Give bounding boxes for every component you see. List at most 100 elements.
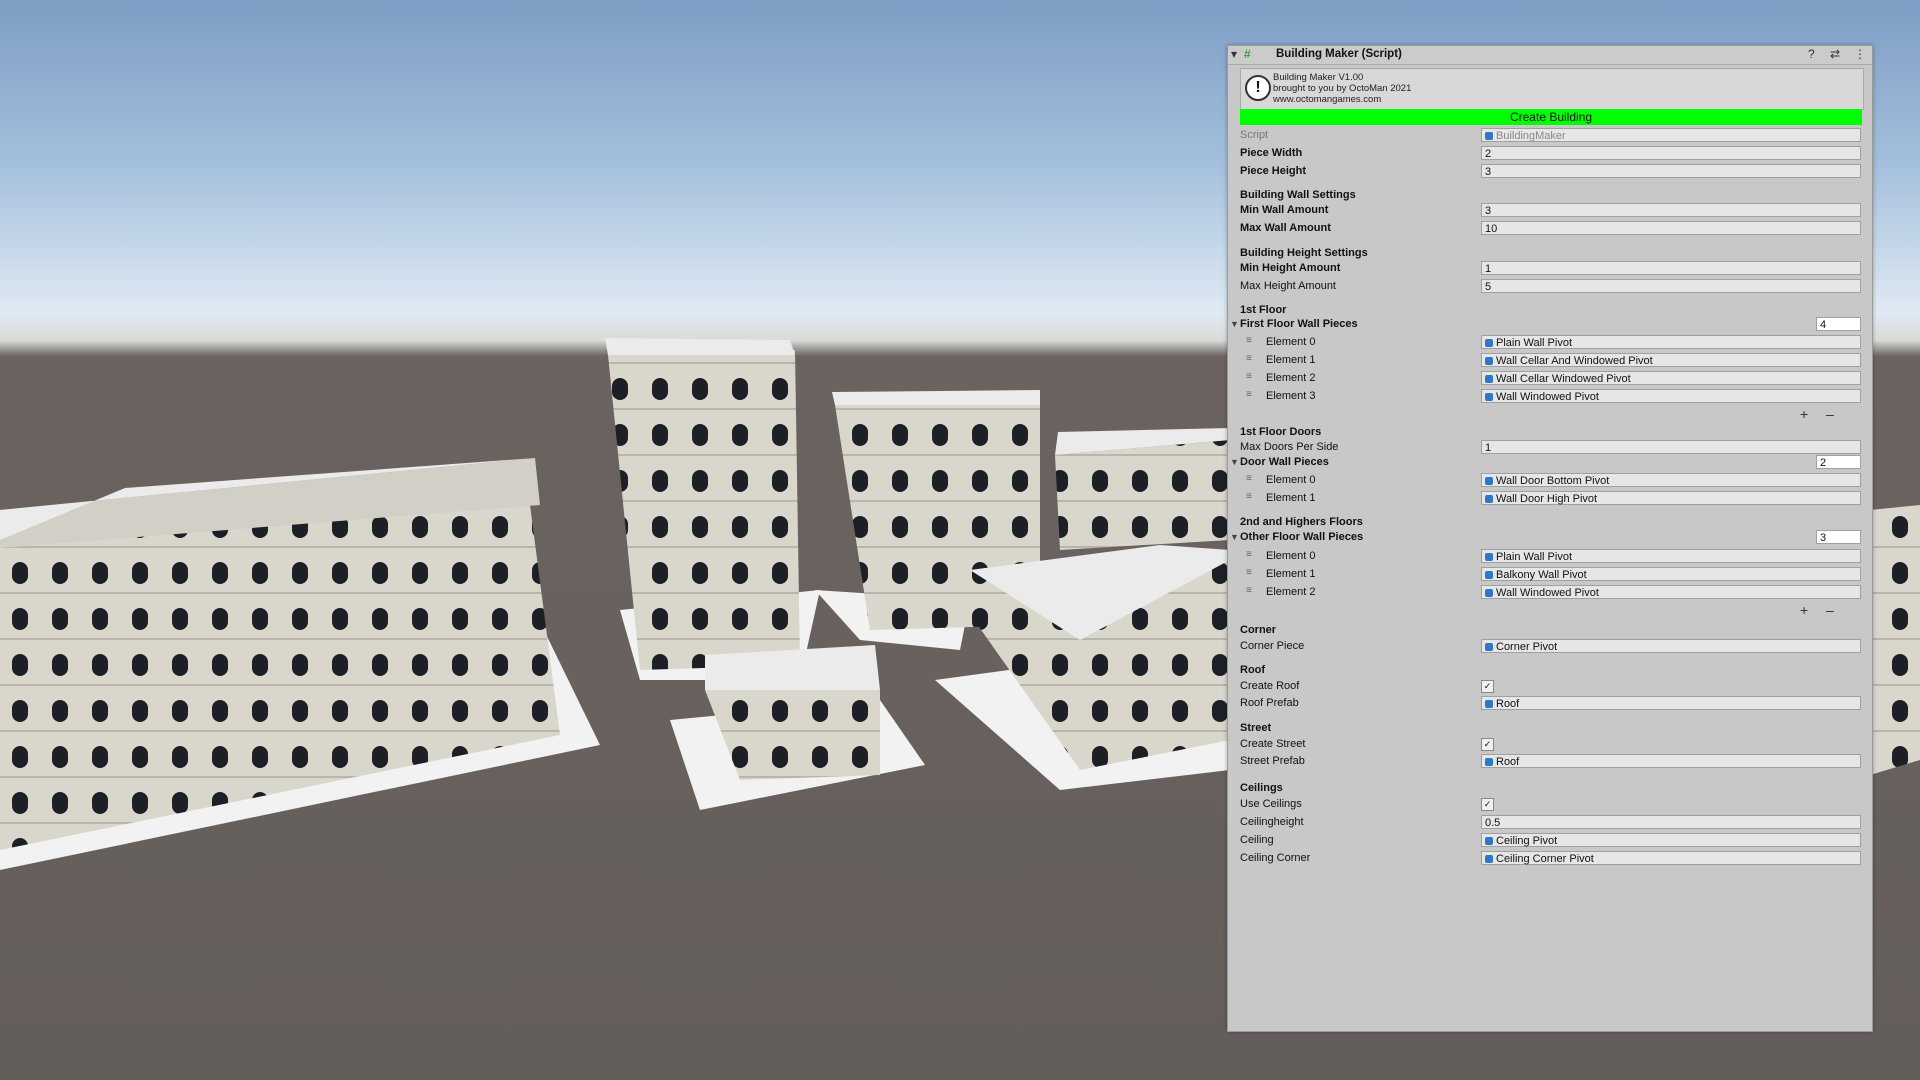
building-tall (605, 338, 820, 680)
script-field[interactable]: BuildingMaker (1481, 128, 1861, 142)
drag-handle-icon[interactable]: ≡ (1246, 389, 1252, 400)
info-line-2: brought to you by OctoMan 2021 (1273, 83, 1412, 94)
create-roof-label: Create Roof (1240, 680, 1300, 692)
create-building-button[interactable]: Create Building (1240, 109, 1862, 125)
script-icon: # (1244, 47, 1251, 61)
other-value-0[interactable]: Plain Wall Pivot (1481, 549, 1861, 563)
first-floor-header: 1st Floor (1240, 304, 1287, 316)
remove-element-button[interactable]: – (1826, 406, 1834, 422)
door-value-1[interactable]: Wall Door High Pivot (1481, 491, 1861, 505)
doors-header: 1st Floor Doors (1240, 426, 1322, 438)
first-floor-value-1[interactable]: Wall Cellar And Windowed Pivot (1481, 353, 1861, 367)
min-wall-label: Min Wall Amount (1240, 204, 1329, 216)
foldout-arrow-icon[interactable]: ▾ (1231, 47, 1237, 61)
height-settings-header: Building Height Settings (1240, 247, 1368, 259)
door-count-field[interactable]: 2 (1816, 455, 1861, 469)
create-street-label: Create Street (1240, 738, 1306, 750)
other-element-2: Element 2 (1266, 586, 1316, 598)
other-value-2[interactable]: Wall Windowed Pivot (1481, 585, 1861, 599)
other-element-1: Element 1 (1266, 568, 1316, 580)
drag-handle-icon[interactable]: ≡ (1246, 353, 1252, 364)
drag-handle-icon[interactable]: ≡ (1246, 473, 1252, 484)
building-right-back (1055, 428, 1230, 550)
drag-handle-icon[interactable]: ≡ (1246, 585, 1252, 596)
first-floor-count-field[interactable]: 4 (1816, 317, 1861, 331)
add-element-button[interactable]: + (1800, 406, 1808, 422)
create-roof-checkbox[interactable]: ✓ (1481, 680, 1494, 693)
first-floor-list-label[interactable]: First Floor Wall Pieces (1240, 318, 1358, 330)
first-floor-foldout-icon[interactable]: ▼ (1230, 319, 1239, 329)
warning-icon: ! (1245, 75, 1271, 101)
door-value-0[interactable]: Wall Door Bottom Pivot (1481, 473, 1861, 487)
ceiling-corner-label: Ceiling Corner (1240, 852, 1311, 864)
help-icon[interactable]: ? (1808, 47, 1815, 61)
piece-height-label: Piece Height (1240, 165, 1307, 177)
first-floor-element-2: Element 2 (1266, 372, 1316, 384)
first-floor-element-1: Element 1 (1266, 354, 1316, 366)
street-prefab-field[interactable]: Roof (1481, 754, 1861, 768)
max-height-label: Max Height Amount (1240, 280, 1336, 292)
door-list-foldout-icon[interactable]: ▼ (1230, 457, 1239, 467)
piece-width-label: Piece Width (1240, 147, 1303, 159)
min-wall-field[interactable]: 3 (1481, 203, 1861, 217)
first-floor-element-0: Element 0 (1266, 336, 1316, 348)
more-options-icon[interactable]: ⋮ (1854, 47, 1866, 61)
component-header[interactable]: ▾ # Building Maker (Script) ? ⇄ ⋮ (1228, 46, 1872, 65)
add-element-button[interactable]: + (1800, 602, 1808, 618)
piece-height-field[interactable]: 3 (1481, 164, 1861, 178)
max-wall-field[interactable]: 10 (1481, 221, 1861, 235)
roof-prefab-field[interactable]: Roof (1481, 696, 1861, 710)
preset-icon[interactable]: ⇄ (1830, 47, 1840, 61)
street-prefab-label: Street Prefab (1240, 755, 1305, 767)
min-height-label: Min Height Amount (1240, 262, 1341, 274)
use-ceilings-label: Use Ceilings (1240, 798, 1302, 810)
corner-piece-field[interactable]: Corner Pivot (1481, 639, 1861, 653)
script-label: Script (1240, 129, 1269, 141)
first-floor-value-3[interactable]: Wall Windowed Pivot (1481, 389, 1861, 403)
door-list-label[interactable]: Door Wall Pieces (1240, 456, 1329, 468)
drag-handle-icon[interactable]: ≡ (1246, 491, 1252, 502)
max-wall-label: Max Wall Amount (1240, 222, 1331, 234)
first-floor-value-2[interactable]: Wall Cellar Windowed Pivot (1481, 371, 1861, 385)
roof-prefab-label: Roof Prefab (1240, 697, 1299, 709)
other-count-field[interactable]: 3 (1816, 530, 1861, 544)
drag-handle-icon[interactable]: ≡ (1246, 335, 1252, 346)
info-box: ! Building Maker V1.00 brought to you by… (1240, 68, 1864, 110)
corner-piece-label: Corner Piece (1240, 640, 1305, 652)
ceiling-corner-field[interactable]: Ceiling Corner Pivot (1481, 851, 1861, 865)
first-floor-value-0[interactable]: Plain Wall Pivot (1481, 335, 1861, 349)
other-value-1[interactable]: Balkony Wall Pivot (1481, 567, 1861, 581)
drag-handle-icon[interactable]: ≡ (1246, 549, 1252, 560)
roof-header: Roof (1240, 664, 1266, 676)
ceiling-label: Ceiling (1240, 834, 1274, 846)
ceilings-header: Ceilings (1240, 782, 1283, 794)
min-height-field[interactable]: 1 (1481, 261, 1861, 275)
ceiling-field[interactable]: Ceiling Pivot (1481, 833, 1861, 847)
other-list-label[interactable]: Other Floor Wall Pieces (1240, 531, 1363, 543)
ceiling-height-label: Ceilingheight (1240, 816, 1304, 828)
component-title: Building Maker (Script) (1276, 48, 1402, 60)
max-doors-label: Max Doors Per Side (1240, 441, 1339, 453)
inspector-panel: ▾ # Building Maker (Script) ? ⇄ ⋮ ! Buil… (1227, 45, 1873, 1032)
ceiling-height-field[interactable]: 0.5 (1481, 815, 1861, 829)
max-doors-field[interactable]: 1 (1481, 440, 1861, 454)
door-element-1: Element 1 (1266, 492, 1316, 504)
use-ceilings-checkbox[interactable]: ✓ (1481, 798, 1494, 811)
info-line-3: www.octomangames.com (1273, 94, 1382, 105)
building-small (670, 645, 925, 810)
other-list-foldout-icon[interactable]: ▼ (1230, 532, 1239, 542)
max-height-field[interactable]: 5 (1481, 279, 1861, 293)
drag-handle-icon[interactable]: ≡ (1246, 567, 1252, 578)
other-floors-header: 2nd and Highers Floors (1240, 516, 1363, 528)
street-header: Street (1240, 722, 1272, 734)
remove-element-button[interactable]: – (1826, 602, 1834, 618)
corner-header: Corner (1240, 624, 1277, 636)
piece-width-field[interactable]: 2 (1481, 146, 1861, 160)
first-floor-element-3: Element 3 (1266, 390, 1316, 402)
wall-settings-header: Building Wall Settings (1240, 189, 1356, 201)
drag-handle-icon[interactable]: ≡ (1246, 371, 1252, 382)
create-street-checkbox[interactable]: ✓ (1481, 738, 1494, 751)
building-large-left (0, 458, 600, 870)
info-line-1: Building Maker V1.00 (1273, 72, 1364, 83)
door-element-0: Element 0 (1266, 474, 1316, 486)
